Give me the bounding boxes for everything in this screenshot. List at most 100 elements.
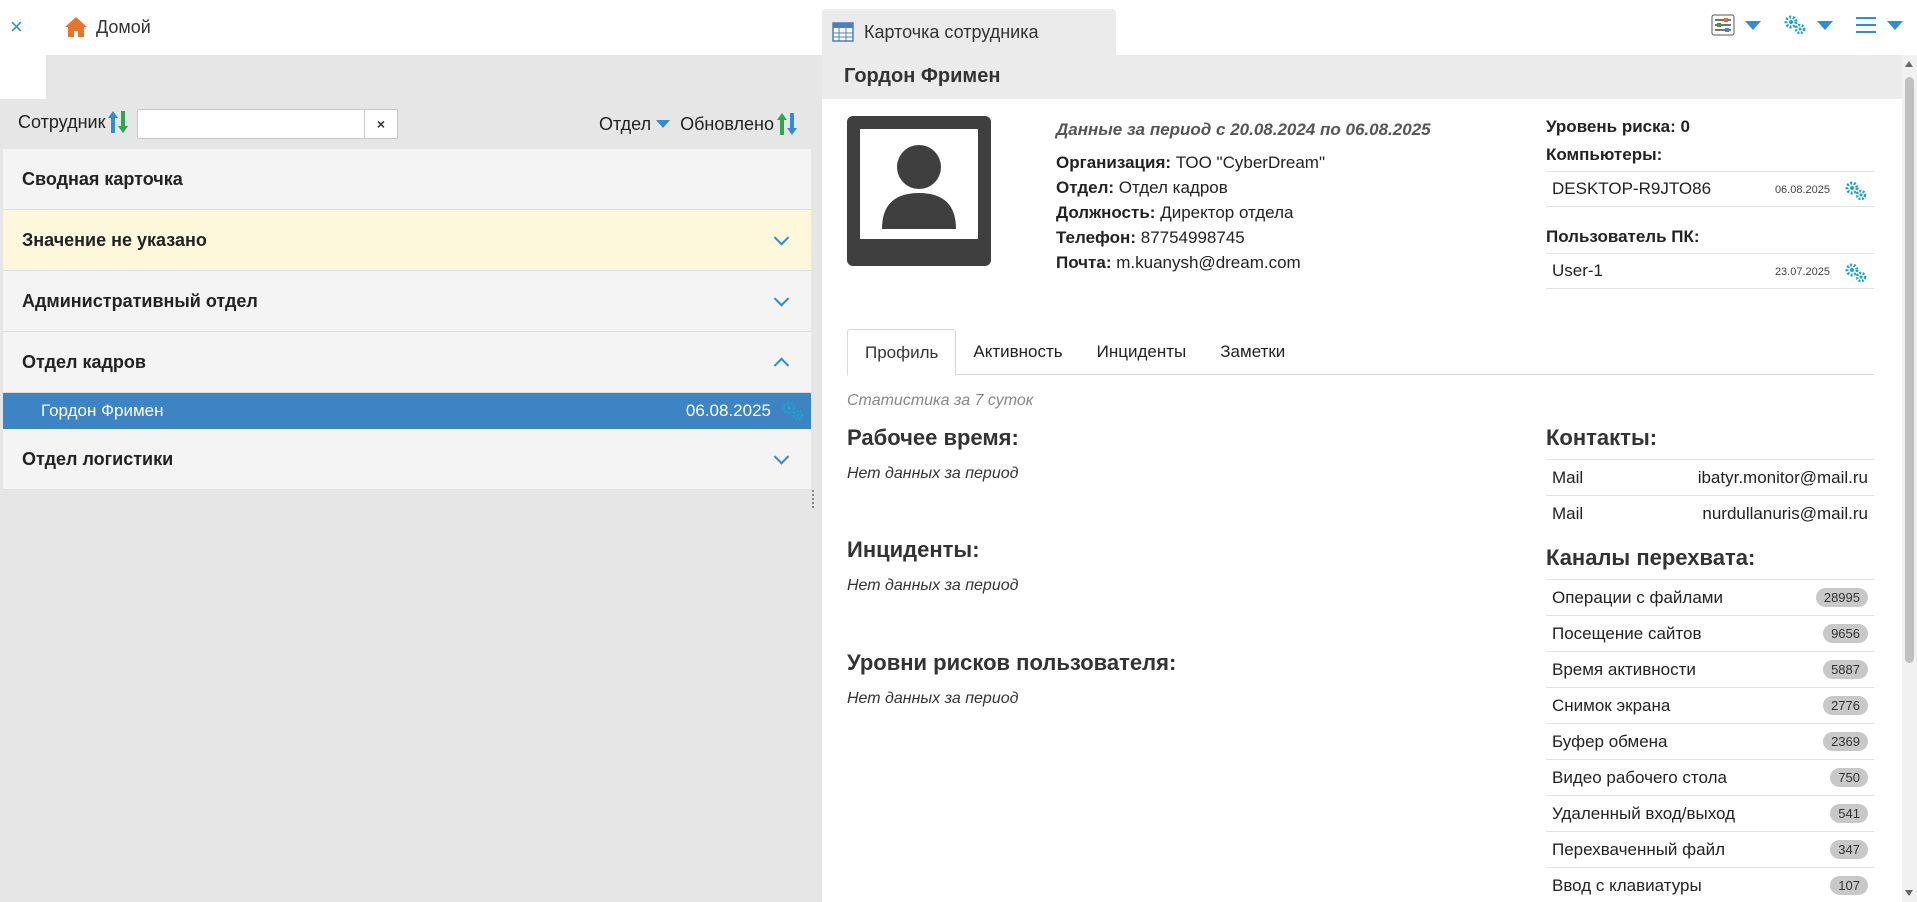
list-item-label: Значение не указано [22,229,207,250]
scrollbar[interactable] [1902,55,1917,902]
channel-count-badge: 347 [1830,840,1868,859]
pc-user-row[interactable]: User-1 23.07.2025 [1546,253,1874,289]
channel-row[interactable]: Перехваченный файл 347 [1546,831,1874,867]
phone-label: Телефон: [1056,228,1136,247]
avatar-frame [860,129,978,239]
employee-title: Гордон Фримен [844,65,1001,87]
department-filter-label: Отдел [599,113,652,134]
chevron-down-icon [656,120,671,128]
left-header-corner [0,55,46,99]
filter-bar: Сотрудник × Отдел Обновлено [0,107,810,147]
tab-profile[interactable]: Профиль [847,329,957,376]
contact-type: Mail [1552,467,1584,487]
avatar [847,116,991,266]
search-clear-button[interactable]: × [364,109,398,139]
computer-row[interactable]: DESKTOP-R9JTO86 06.08.2025 [1546,171,1874,207]
channel-row[interactable]: Удаленный вход/выход 541 [1546,795,1874,831]
channel-count-badge: 750 [1830,768,1868,787]
channel-name: Операции с файлами [1552,587,1723,607]
main-menu-button[interactable] [1855,16,1903,34]
gears-icon[interactable] [781,400,805,422]
chevron-down-icon[interactable] [773,291,790,307]
no-data-text: Нет данных за период [847,577,1019,594]
gears-icon[interactable] [1844,262,1868,284]
tab-home-label: Домой [96,16,151,37]
chevron-down-icon [1887,20,1903,30]
search-input[interactable] [137,109,397,139]
card-tabs: Профиль Активность Инциденты Заметки [847,329,1874,376]
channel-row[interactable]: Видео рабочего стола 750 [1546,759,1874,795]
channel-count-badge: 2776 [1823,696,1868,715]
chevron-up-icon[interactable] [773,357,790,374]
channel-name: Удаленный вход/выход [1552,803,1736,823]
scrollbar-thumb[interactable] [1905,77,1914,663]
contact-value: ibatyr.monitor@mail.ru [1697,467,1868,487]
incidents-heading: Инциденты: [847,537,980,562]
list-item-label: Отдел кадров [22,351,146,372]
group-logistics[interactable]: Отдел логистики [3,429,811,490]
channel-row[interactable]: Время активности 5887 [1546,651,1874,687]
contacts-heading: Контакты: [1546,425,1658,450]
channel-row[interactable]: Операции с файлами 28995 [1546,579,1874,615]
employee-row-selected[interactable]: Гордон Фримен 06.08.2025 [3,393,811,429]
close-icon[interactable]: × [10,16,23,38]
tab-home[interactable]: Домой [64,16,151,38]
sort-updated[interactable]: Обновлено [680,111,798,137]
period-text: Данные за период с 20.08.2024 по 06.08.2… [1056,120,1431,139]
employee-sort-label: Сотрудник [18,111,106,132]
group-unspecified[interactable]: Значение не указано [3,210,811,271]
hamburger-icon [1856,17,1876,33]
tab-employee-card-label: Карточка сотрудника [864,21,1039,42]
channel-count-badge: 2369 [1823,732,1868,751]
channel-row[interactable]: Снимок экрана 2776 [1546,687,1874,723]
group-hr[interactable]: Отдел кадров [3,332,811,393]
channel-count-badge: 5887 [1823,660,1868,679]
chevron-down-icon[interactable] [773,230,790,246]
phone-line: Телефон: 87754998745 [1056,225,1431,250]
employee-list-panel: Сотрудник × Отдел Обновлено Сводная карт… [0,99,812,902]
settings-menu-button[interactable] [1783,14,1833,36]
pc-user-label: Пользователь ПК: [1546,227,1700,246]
scroll-down-arrow[interactable] [1905,890,1913,896]
org-line: Организация: ТОО "CyberDream" [1056,150,1431,175]
channel-count-badge: 107 [1830,876,1868,895]
pc-user-name: User-1 [1552,261,1604,280]
panel-splitter[interactable] [812,490,816,508]
home-icon [65,17,87,37]
mail-label: Почта: [1056,253,1112,272]
channels-heading: Каналы перехвата: [1546,545,1756,570]
work-time-section: Рабочее время: Нет данных за период [847,425,1019,483]
contacts-list: Mail ibatyr.monitor@mail.ru Mail nurdull… [1546,459,1874,531]
sort-icon [777,113,797,135]
tab-activity[interactable]: Активность [956,329,1079,375]
channel-row[interactable]: Посещение сайтов 9656 [1546,615,1874,651]
tab-employee-card[interactable]: Карточка сотрудника [822,9,1116,55]
gears-icon [1784,15,1806,35]
channel-row[interactable]: Ввод с клавиатуры 107 [1546,867,1874,902]
tab-incidents[interactable]: Инциденты [1080,329,1204,375]
employee-name: Гордон Фримен [41,401,164,420]
contacts-channels-block: Контакты: Mail ibatyr.monitor@mail.ru Ma… [1546,425,1874,902]
chevron-down-icon[interactable] [773,449,790,465]
group-administrative[interactable]: Административный отдел [3,271,811,332]
mail-line: Почта: m.kuanysh@dream.com [1056,250,1431,275]
tab-notes[interactable]: Заметки [1203,329,1302,375]
stat-note: Статистика за 7 суток [847,392,1034,409]
no-data-text: Нет данных за период [847,465,1019,482]
incidents-section: Инциденты: Нет данных за период [847,537,1018,595]
sort-employee[interactable]: Сотрудник [18,109,129,135]
gears-icon[interactable] [1844,180,1868,202]
pc-user-date: 23.07.2025 [1774,266,1830,278]
sliders-icon [1711,14,1735,36]
summary-card-item[interactable]: Сводная карточка [3,149,811,210]
work-time-heading: Рабочее время: [847,425,1019,450]
channel-name: Видео рабочего стола [1552,767,1727,787]
channel-row[interactable]: Буфер обмена 2369 [1546,723,1874,759]
org-label: Организация: [1056,153,1172,172]
department-filter[interactable]: Отдел [599,113,671,135]
left-header-fill [0,55,822,99]
filter-settings-button[interactable] [1711,14,1761,36]
contact-value: nurdullanuris@mail.ru [1702,503,1868,523]
scroll-up-arrow[interactable] [1905,61,1913,67]
list-item-label: Административный отдел [22,290,258,311]
